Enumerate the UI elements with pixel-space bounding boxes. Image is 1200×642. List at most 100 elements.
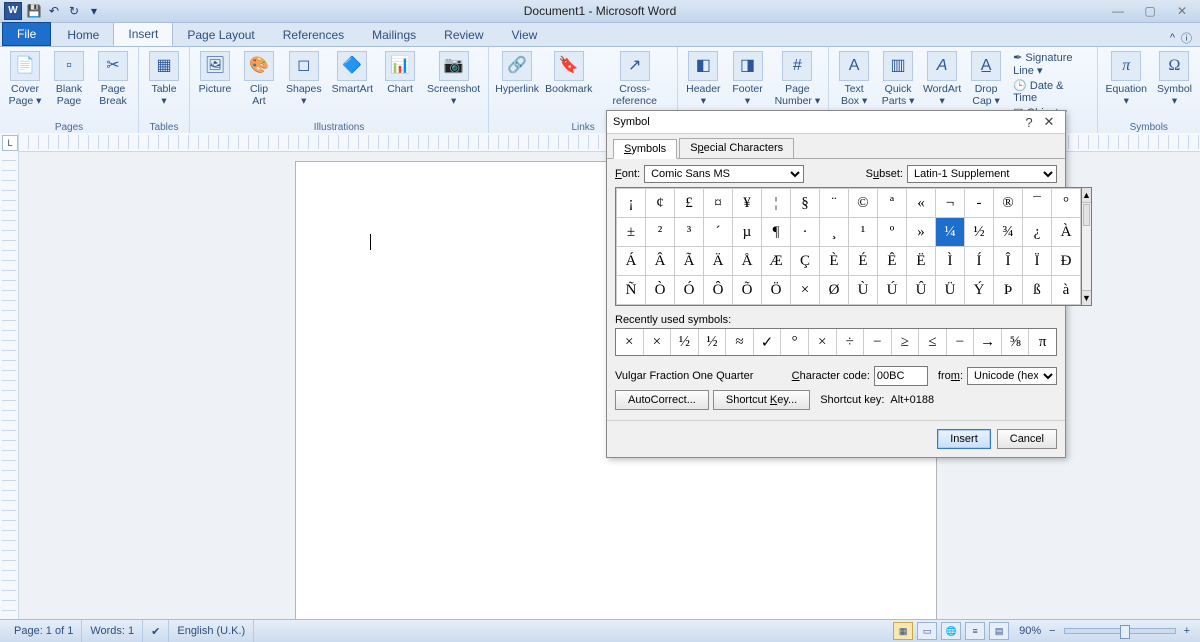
help-icon[interactable]: ⓘ (1181, 30, 1192, 46)
recent-symbol-cell[interactable]: ½ (699, 329, 727, 355)
symbol-cell[interactable]: Í (965, 247, 994, 276)
status-language[interactable]: English (U.K.) (169, 620, 254, 642)
symbol-cell[interactable]: · (791, 218, 820, 247)
table-button[interactable]: ▦Table ▾ (143, 49, 185, 121)
recent-symbols[interactable]: ××½½≈✓°×÷−≥≤−→⅝π (615, 328, 1057, 356)
recent-symbol-cell[interactable]: ½ (671, 329, 699, 355)
cancel-button[interactable]: Cancel (997, 429, 1057, 449)
view-web-layout[interactable]: 🌐 (941, 622, 961, 640)
symbol-cell[interactable]: ß (1023, 276, 1052, 305)
autocorrect-button[interactable]: AutoCorrect... (615, 390, 709, 410)
recent-symbol-cell[interactable]: ÷ (837, 329, 865, 355)
symbol-cell[interactable]: ² (646, 218, 675, 247)
symbol-cell[interactable]: Ù (849, 276, 878, 305)
symbol-cell[interactable]: É (849, 247, 878, 276)
symbol-cell[interactable]: º (878, 218, 907, 247)
recent-symbol-cell[interactable]: π (1029, 329, 1056, 355)
charcode-input[interactable] (874, 366, 928, 386)
dialog-close-button[interactable]: ✕ (1039, 114, 1059, 130)
symbol-cell[interactable]: ¦ (762, 189, 791, 218)
recent-symbol-cell[interactable]: − (947, 329, 975, 355)
symbol-cell[interactable]: Ë (907, 247, 936, 276)
zoom-out-button[interactable]: − (1045, 625, 1059, 637)
tab-file[interactable]: File (2, 22, 51, 46)
symbol-cell[interactable]: Ý (965, 276, 994, 305)
symbol-cell[interactable]: £ (675, 189, 704, 218)
symbol-cell[interactable]: ¬ (936, 189, 965, 218)
symbol-cell[interactable]: Ü (936, 276, 965, 305)
symbol-cell[interactable]: ¹ (849, 218, 878, 247)
symbol-cell[interactable]: Ò (646, 276, 675, 305)
status-proofing[interactable]: ✔ (143, 620, 169, 642)
recent-symbol-cell[interactable]: ≥ (892, 329, 920, 355)
symbol-cell[interactable]: ± (617, 218, 646, 247)
insert-button[interactable]: Insert (937, 429, 991, 449)
equation-button[interactable]: πEquation ▾ (1102, 49, 1151, 121)
symbol-cell[interactable]: ® (994, 189, 1023, 218)
scroll-down-icon[interactable]: ▼ (1082, 290, 1091, 305)
symbol-button[interactable]: ΩSymbol ▾ (1153, 49, 1196, 121)
symbol-cell[interactable]: à (1052, 276, 1081, 305)
symbol-cell[interactable]: ½ (965, 218, 994, 247)
recent-symbol-cell[interactable]: ≈ (726, 329, 754, 355)
zoom-slider[interactable] (1064, 628, 1176, 634)
symbol-cell[interactable]: ¤ (704, 189, 733, 218)
symbol-cell[interactable]: ¶ (762, 218, 791, 247)
status-page[interactable]: Page: 1 of 1 (6, 620, 82, 642)
symbol-cell[interactable]: ¾ (994, 218, 1023, 247)
symbol-cell[interactable]: Ö (762, 276, 791, 305)
symbol-cell[interactable]: » (907, 218, 936, 247)
symbol-cell[interactable]: Û (907, 276, 936, 305)
symbol-cell[interactable]: ¨ (820, 189, 849, 218)
symbol-cell[interactable]: Ç (791, 247, 820, 276)
status-words[interactable]: Words: 1 (82, 620, 143, 642)
picture-button[interactable]: 🖼Picture (194, 49, 236, 121)
recent-symbol-cell[interactable]: − (864, 329, 892, 355)
symbol-cell[interactable]: Ï (1023, 247, 1052, 276)
symbol-cell[interactable]: Ø (820, 276, 849, 305)
symbol-cell[interactable]: × (791, 276, 820, 305)
symbol-cell[interactable]: Ð (1052, 247, 1081, 276)
ribbon-minimize-icon[interactable]: ^ (1170, 32, 1175, 44)
symbol-cell[interactable]: Ì (936, 247, 965, 276)
symbol-cell[interactable]: ¸ (820, 218, 849, 247)
bookmark-button[interactable]: 🔖Bookmark (543, 49, 594, 121)
zoom-in-button[interactable]: + (1180, 625, 1194, 637)
shapes-button[interactable]: ◻Shapes ▾ (282, 49, 326, 121)
recent-symbol-cell[interactable]: → (974, 329, 1002, 355)
symbol-cell[interactable]: ° (1052, 189, 1081, 218)
symbol-cell[interactable]: ª (878, 189, 907, 218)
tab-selector-icon[interactable]: L (2, 135, 18, 151)
symbol-cell[interactable]: È (820, 247, 849, 276)
symbol-grid[interactable]: ¡¢£¤¥¦§¨©ª«¬­-®¯°±²³´µ¶·¸¹º»¼½¾¿ÀÁÂÃÄÅÆÇ… (615, 187, 1082, 306)
clip-art-button[interactable]: 🎨Clip Art (238, 49, 280, 121)
hyperlink-button[interactable]: 🔗Hyperlink (493, 49, 541, 121)
view-outline[interactable]: ≡ (965, 622, 985, 640)
vertical-ruler[interactable]: L (0, 133, 19, 620)
scroll-up-icon[interactable]: ▲ (1082, 188, 1091, 203)
date-time-button[interactable]: 🕒 Date & Time (1013, 79, 1088, 104)
symbol-cell[interactable]: ´ (704, 218, 733, 247)
recent-symbol-cell[interactable]: ⅝ (1002, 329, 1030, 355)
view-print-layout[interactable]: ▦ (893, 622, 913, 640)
symbol-cell[interactable]: ¿ (1023, 218, 1052, 247)
symbol-grid-scrollbar[interactable]: ▲ ▼ (1082, 187, 1092, 306)
symbol-cell[interactable]: ¯ (1023, 189, 1052, 218)
symbol-cell[interactable]: Õ (733, 276, 762, 305)
zoom-percent[interactable]: 90% (1019, 625, 1041, 637)
symbol-cell[interactable]: ¡ (617, 189, 646, 218)
symbol-cell[interactable]: Ô (704, 276, 733, 305)
symbol-cell[interactable]: « (907, 189, 936, 218)
tab-symbols[interactable]: SSymbolsymbols (613, 139, 677, 159)
symbol-cell[interactable]: © (849, 189, 878, 218)
symbol-cell[interactable]: ¼ (936, 218, 965, 247)
tab-review[interactable]: Review (430, 24, 497, 46)
minimize-button[interactable]: — (1104, 3, 1132, 19)
symbol-cell[interactable]: Ä (704, 247, 733, 276)
symbol-cell[interactable]: Þ (994, 276, 1023, 305)
recent-symbol-cell[interactable]: × (644, 329, 672, 355)
page-break-button[interactable]: ✂Page Break (92, 49, 134, 121)
symbol-cell[interactable]: Ã (675, 247, 704, 276)
symbol-cell[interactable]: Ê (878, 247, 907, 276)
dialog-help-button[interactable]: ? (1019, 115, 1039, 130)
